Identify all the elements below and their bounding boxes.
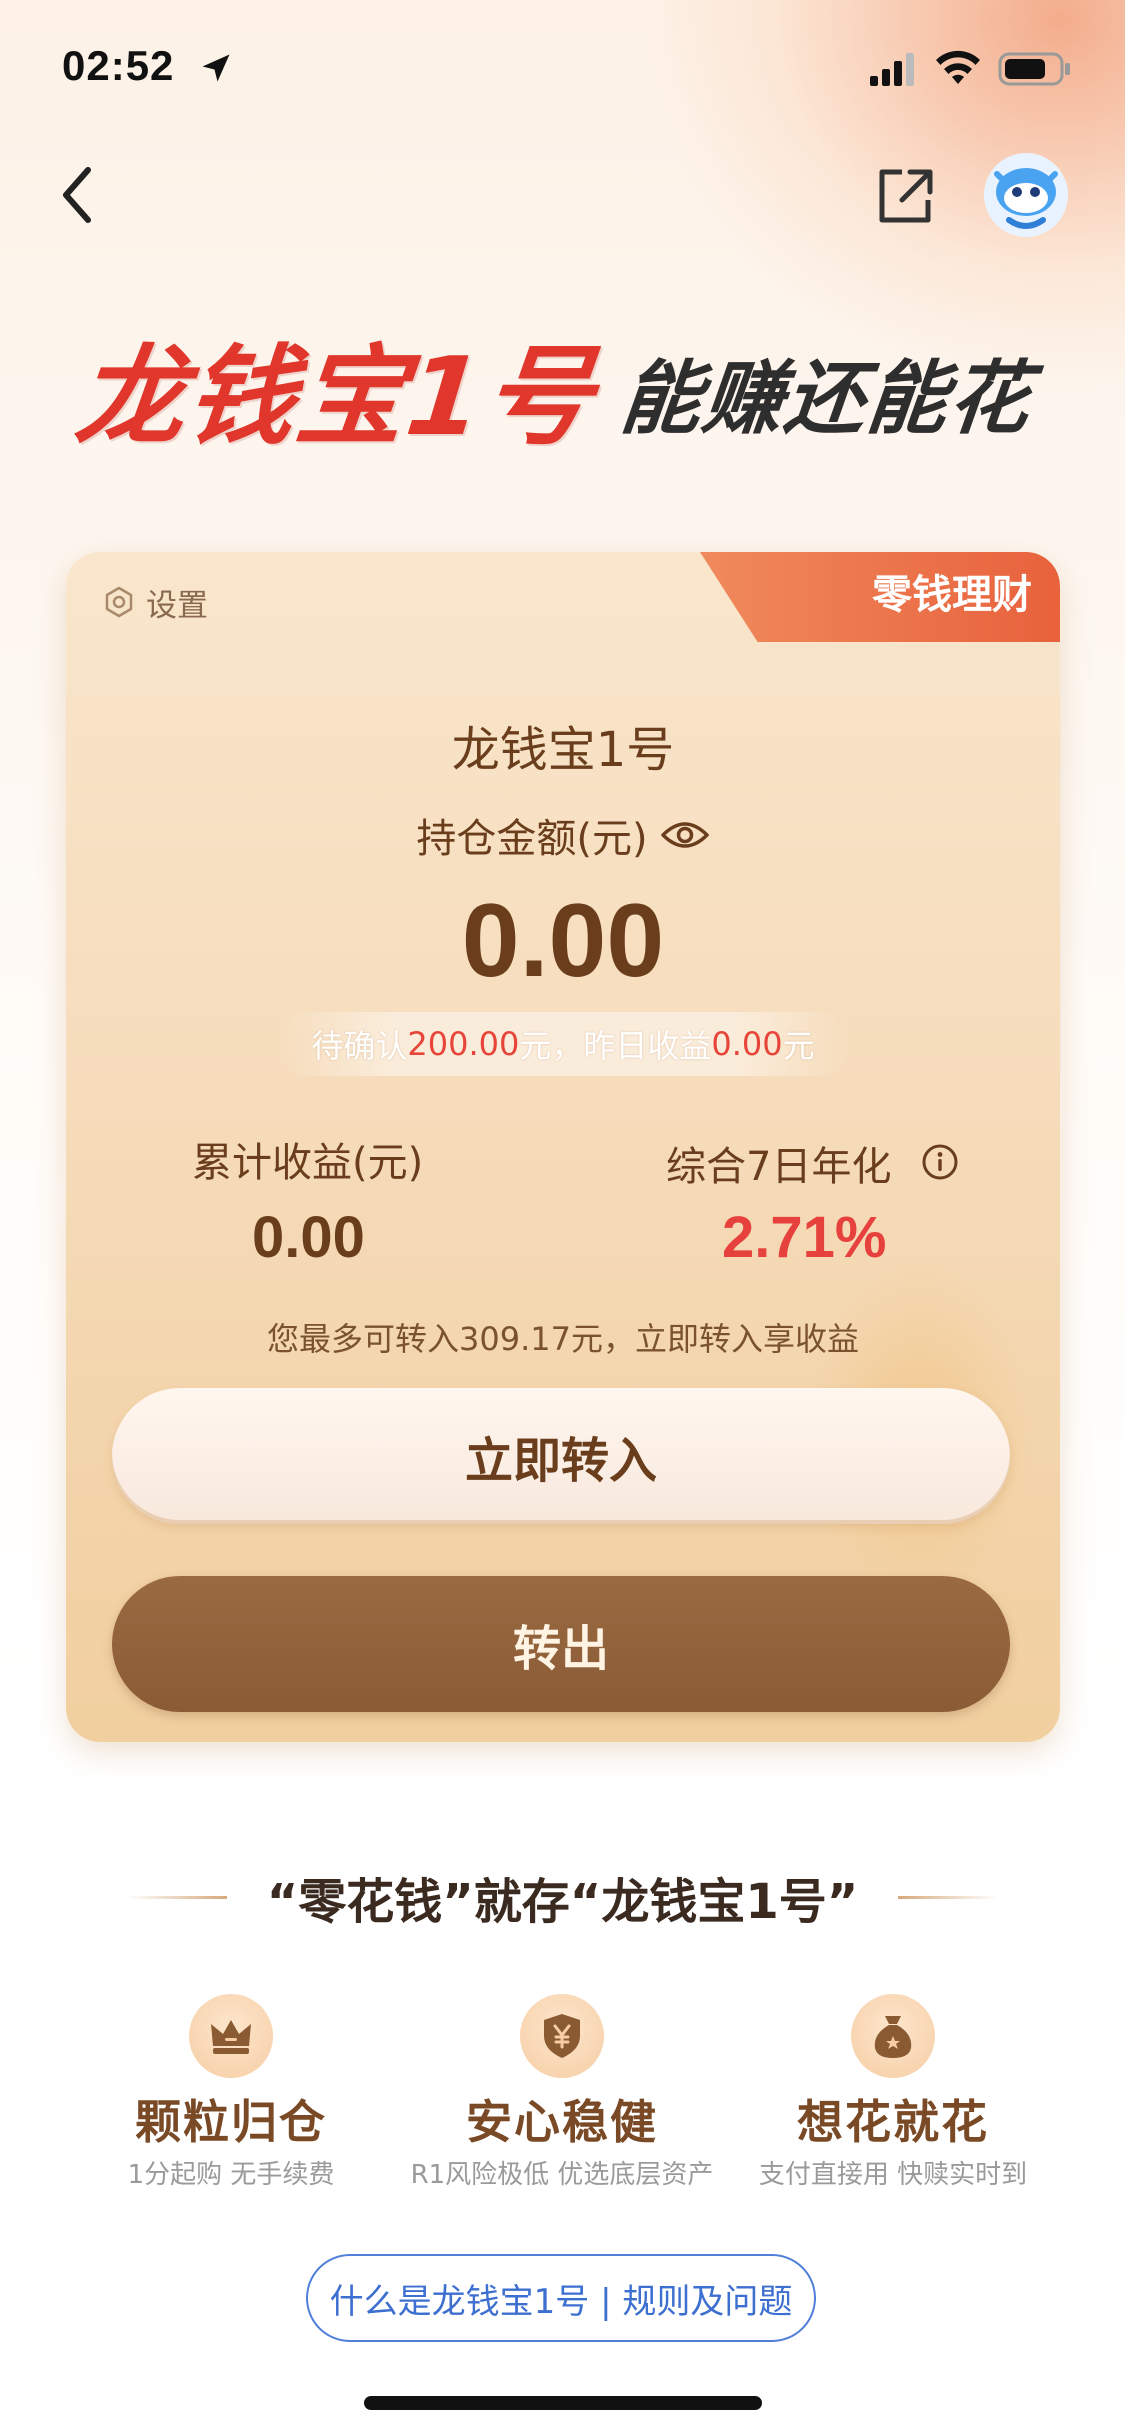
feature-desc: 1分起购 无手续费 — [127, 2160, 335, 2190]
feature-title: 颗粒归仓 — [135, 2095, 327, 2149]
feature-item-spend: 想花就花 支付直接用 快赎实时到 — [728, 1994, 1058, 2191]
holding-amount: 0.00 — [461, 883, 665, 999]
feature-desc: R1风险极低 优选底层资产 — [410, 2160, 714, 2190]
feature-list: 颗粒归仓 1分起购 无手续费 安心稳健 R1风险极低 优选底层资产 想花就花 支… — [0, 1994, 1125, 2194]
divider-right — [898, 1895, 999, 1899]
transfer-out-button[interactable]: 转出 — [112, 1576, 1010, 1712]
section-header: “零花钱”就存“龙钱宝1号” — [0, 1862, 1125, 1932]
yesterday-income: 0.00 — [711, 1025, 783, 1063]
status-time: 02:52 — [62, 42, 175, 89]
back-chevron-icon[interactable] — [52, 160, 102, 230]
share-icon[interactable] — [872, 162, 938, 228]
pending-amount: 200.00 — [407, 1025, 520, 1063]
gear-icon — [105, 586, 133, 618]
wifi-icon — [936, 50, 980, 84]
feature-item-safe: 安心稳健 R1风险极低 优选底层资产 — [397, 1994, 727, 2191]
section-title: “零花钱”就存“龙钱宝1号” — [266, 1874, 859, 1930]
banner-subtitle: 能赚还能花 — [616, 352, 1037, 445]
home-indicator — [364, 2396, 762, 2410]
cellular-signal-icon — [870, 53, 914, 86]
cumulative-income-label: 累计收益(元) — [192, 1140, 424, 1186]
pending-suffix: 元 — [782, 1027, 815, 1065]
feature-item-granular: 颗粒归仓 1分起购 无手续费 — [66, 1994, 396, 2191]
feature-icon-bg — [851, 1994, 935, 2078]
feature-icon-bg — [520, 1994, 604, 2078]
card-tag-label: 零钱理财 — [872, 572, 1032, 618]
crown-icon — [211, 2020, 251, 2054]
pending-info: 待确认 200.00 元，昨日收益 0.00 元 — [276, 1012, 850, 1076]
holding-label: 持仓金额(元) — [416, 816, 648, 862]
cumulative-income-value: 0.00 — [252, 1205, 365, 1270]
feature-title: 安心稳健 — [466, 2095, 658, 2149]
transfer-hint: 您最多可转入309.17元，立即转入享收益 — [267, 1320, 859, 1358]
status-bar: 02:52 — [0, 0, 1125, 140]
product-name: 龙钱宝1号 — [451, 722, 675, 778]
transfer-in-button[interactable]: 立即转入 — [112, 1388, 1010, 1524]
seven-day-yield-value: 2.71% — [722, 1205, 887, 1270]
banner-title: 龙钱宝1号 — [70, 335, 601, 460]
shield-yen-icon — [544, 2014, 580, 2058]
seven-day-yield-label: 综合7日年化 — [666, 1144, 892, 1190]
battery-icon — [998, 52, 1070, 86]
holding-card: 零钱理财 设置 龙钱宝1号 持仓金额(元) 0.00 待确认 200.00 元，… — [66, 552, 1060, 1742]
eye-icon[interactable] — [660, 817, 710, 853]
mascot-avatar-icon[interactable] — [983, 152, 1069, 238]
info-icon[interactable] — [920, 1142, 960, 1182]
feature-title: 想花就花 — [797, 2095, 989, 2149]
pending-prefix: 待确认 — [311, 1027, 408, 1065]
settings-label: 设置 — [146, 587, 208, 624]
holding-label-row: 持仓金额(元) — [66, 806, 1060, 864]
feature-icon-bg — [189, 1994, 273, 2078]
feature-desc: 支付直接用 快赎实时到 — [758, 2160, 1028, 2190]
divider-left — [126, 1895, 227, 1899]
money-bag-icon — [874, 2016, 912, 2058]
location-arrow-icon — [202, 54, 230, 82]
pending-mid: 元，昨日收益 — [519, 1027, 712, 1065]
settings-button[interactable]: 设置 — [102, 578, 208, 626]
rules-faq-link[interactable]: 什么是龙钱宝1号 | 规则及问题 — [306, 2254, 816, 2342]
